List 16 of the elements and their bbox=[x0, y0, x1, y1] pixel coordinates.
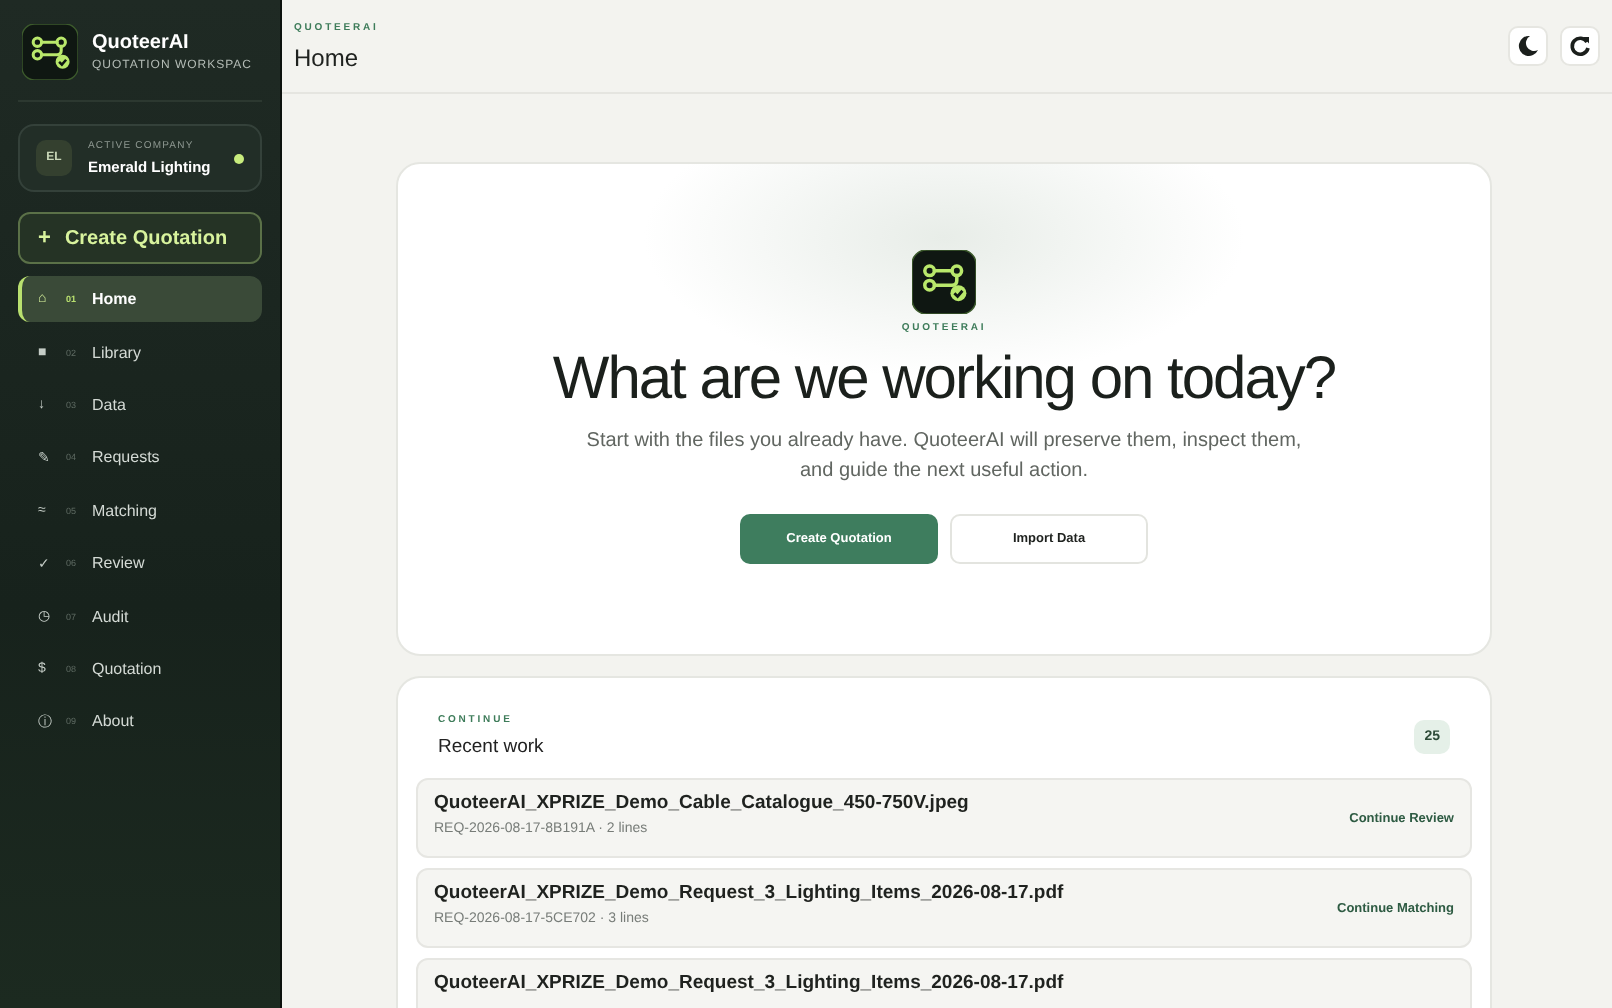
brand-name: QuoteerAI bbox=[92, 32, 191, 54]
file-name: QuoteerAI_XPRIZE_Demo_Cable_Catalogue_450-750V.jpeg bbox=[434, 792, 969, 814]
file-name: QuoteerAI_XPRIZE_Demo_Request_3_Lighting_Items_2026-08-17.pdf bbox=[434, 882, 1064, 904]
hero-heading: What are we working on today? bbox=[552, 346, 1336, 414]
refresh-button[interactable] bbox=[1560, 26, 1600, 66]
theme-toggle-button[interactable] bbox=[1508, 26, 1548, 66]
logo-icon bbox=[22, 24, 78, 80]
recent-title: Recent work bbox=[438, 736, 544, 758]
page-title: Home bbox=[294, 43, 361, 71]
hero-text: Start with the files you already have. QuoteerAI will preserve them, inspect them, and guide the next useful action. bbox=[584, 428, 1304, 486]
recent-item[interactable]: QuoteerAI_XPRIZE_Demo_Request_3_Lighting_Items_2026-08-17.pdf bbox=[416, 958, 1472, 1008]
logo-icon bbox=[912, 250, 976, 314]
file-name: QuoteerAI_XPRIZE_Demo_Request_3_Lighting_Items_2026-08-17.pdf bbox=[434, 972, 1064, 994]
moon-icon bbox=[1516, 34, 1540, 58]
create-quotation-button[interactable]: + Create Quotation bbox=[18, 212, 262, 264]
refresh-icon bbox=[1568, 34, 1592, 58]
